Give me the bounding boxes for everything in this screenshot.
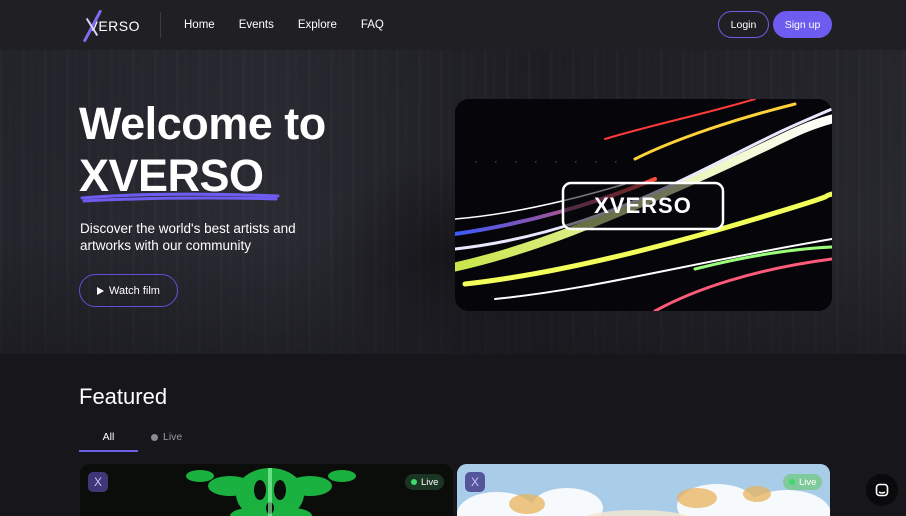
live-dot-icon: [789, 479, 795, 485]
card-2-live-label: Live: [799, 476, 817, 488]
logo[interactable]: VERSO: [80, 8, 140, 43]
card-1-live-badge: Live: [405, 474, 445, 490]
play-icon: [97, 286, 105, 295]
x-badge-icon: X: [93, 475, 102, 489]
video-artwork: XVERSO: [455, 99, 832, 311]
card-1-badge: X: [88, 472, 108, 492]
hero-video[interactable]: XVERSO: [455, 99, 832, 311]
nav-link-explore[interactable]: Explore: [298, 19, 337, 31]
nav-link-home[interactable]: Home: [184, 19, 215, 31]
tab-all[interactable]: All: [79, 424, 138, 452]
card-2-live-badge: Live: [783, 474, 823, 490]
video-logo-text: XVERSO: [594, 193, 692, 218]
watch-film-button[interactable]: Watch film: [79, 274, 178, 307]
title-underline: [80, 192, 280, 203]
hero-title: Welcome to XVERSO: [79, 98, 326, 202]
tab-live[interactable]: Live: [151, 424, 182, 450]
featured-card-2[interactable]: X Live: [457, 464, 830, 516]
hero-title-line1: Welcome to: [79, 98, 326, 149]
card-2-badge: X: [465, 472, 485, 492]
top-nav: VERSO Home Events Explore FAQ Login Sign…: [0, 0, 906, 50]
card-2-artwork: [457, 464, 830, 516]
x-badge-icon: X: [470, 475, 479, 489]
nav-divider: [160, 12, 161, 38]
nav-link-events[interactable]: Events: [239, 19, 274, 31]
live-dot-icon: [151, 433, 158, 441]
hero-subtitle: Discover the world's best artists and ar…: [80, 221, 296, 253]
nav-links: Home Events Explore FAQ: [184, 0, 408, 50]
signup-button[interactable]: Sign up: [773, 11, 832, 38]
watch-film-label: Watch film: [109, 284, 160, 297]
nav-link-faq[interactable]: FAQ: [361, 19, 384, 31]
featured-card-1[interactable]: X Live: [80, 464, 453, 516]
card-1-live-label: Live: [421, 476, 439, 488]
login-button[interactable]: Login: [718, 11, 769, 38]
chat-icon: [875, 483, 889, 497]
card-1-artwork: [80, 464, 453, 516]
x-logo-icon: [80, 9, 103, 43]
chat-button[interactable]: [866, 474, 898, 506]
featured-tabs: All Live: [79, 424, 379, 452]
tab-live-label: Live: [163, 431, 183, 443]
featured-title: Featured: [79, 384, 168, 409]
live-dot-icon: [411, 479, 417, 485]
